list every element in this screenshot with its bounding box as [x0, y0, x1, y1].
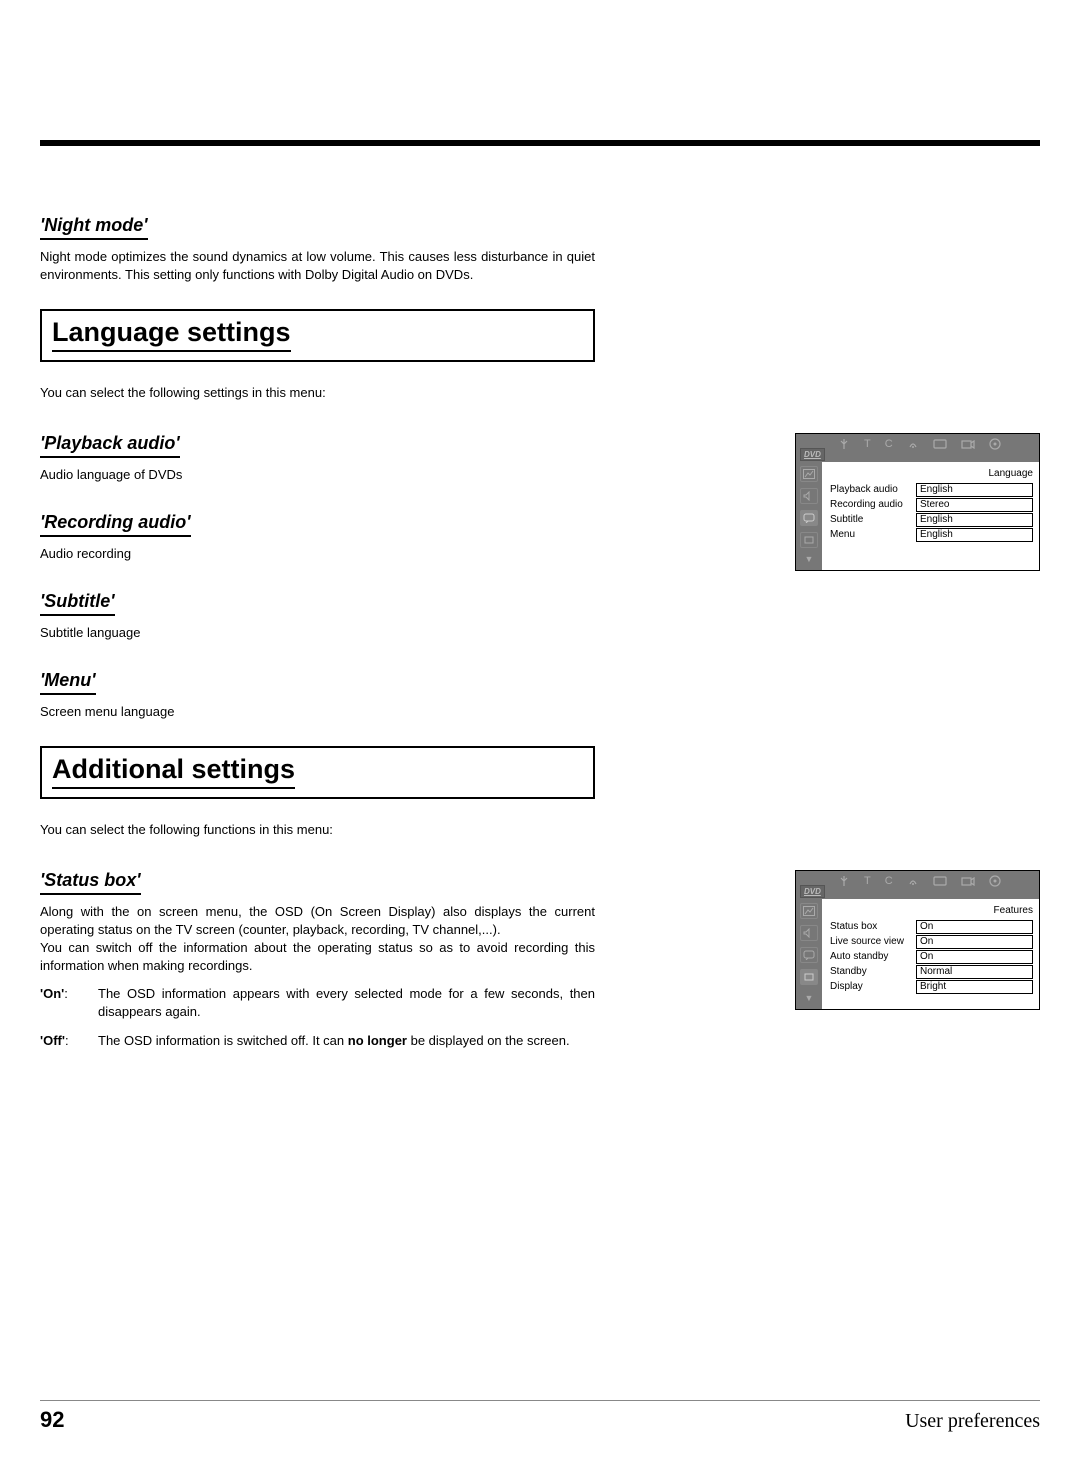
osd-features-screen: DVD T C — [795, 870, 1040, 1010]
osd-row: Auto standby On — [830, 950, 1033, 964]
def-on-colon: : — [64, 986, 68, 1001]
osd-row-label: Menu — [830, 529, 916, 540]
body-status-box-2: You can switch off the information about… — [40, 939, 595, 975]
satellite-icon — [907, 875, 919, 887]
subheading-playback-audio: 'Playback audio' — [40, 433, 180, 458]
osd-top-icons: T C — [838, 438, 1001, 450]
def-on-body: The OSD information appears with every s… — [98, 985, 595, 1021]
osd-main: Language Playback audio English Recordin… — [822, 462, 1039, 570]
language-icon — [800, 947, 818, 963]
osd-row: Playback audio English — [830, 483, 1033, 497]
down-arrow-icon: ▼ — [805, 993, 814, 1003]
def-on-label: 'On' — [40, 986, 64, 1001]
osd-row-value: On — [916, 950, 1033, 964]
camera-icon — [961, 438, 975, 450]
osd-row-value: Stereo — [916, 498, 1033, 512]
body-playback-audio: Audio language of DVDs — [40, 466, 595, 484]
language-icon — [800, 510, 818, 526]
osd-row: Status box On — [830, 920, 1033, 934]
body-status-box-1: Along with the on screen menu, the OSD (… — [40, 903, 595, 939]
heading-additional-settings: Additional settings — [52, 754, 295, 789]
osd-row: Recording audio Stereo — [830, 498, 1033, 512]
intro-additional-settings: You can select the following functions i… — [40, 821, 595, 839]
def-off-bold: no longer — [348, 1033, 407, 1048]
definition-on: 'On': The OSD information appears with e… — [40, 985, 595, 1021]
osd-title: Features — [830, 905, 1033, 916]
osd-row-label: Live source view — [830, 936, 916, 947]
definition-off: 'Off': The OSD information is switched o… — [40, 1032, 595, 1050]
disc-icon — [989, 438, 1001, 450]
intro-language-settings: You can select the following settings in… — [40, 384, 595, 402]
def-off-colon: : — [65, 1033, 69, 1048]
def-off-pre: The OSD information is switched off. It … — [98, 1033, 348, 1048]
osd-row-label: Display — [830, 981, 916, 992]
osd-row: Subtitle English — [830, 513, 1033, 527]
osd-row-value: Bright — [916, 980, 1033, 994]
osd-row: Live source view On — [830, 935, 1033, 949]
page-footer: 92 User preferences — [40, 1400, 1040, 1433]
osd-row-value: On — [916, 935, 1033, 949]
def-off-body: The OSD information is switched off. It … — [98, 1032, 595, 1050]
top-rule — [40, 140, 1040, 146]
features-icon — [800, 969, 818, 985]
subheading-recording-audio: 'Recording audio' — [40, 512, 191, 537]
body-menu: Screen menu language — [40, 703, 595, 721]
osd-top-icons: T C — [838, 875, 1001, 887]
osd-main: Features Status box On Live source view … — [822, 899, 1039, 1009]
c-icon: C — [885, 875, 893, 887]
heading-language-settings: Language settings — [52, 317, 291, 352]
disc-icon — [989, 875, 1001, 887]
t-icon: T — [864, 875, 871, 887]
heading-box-additional-settings: Additional settings — [40, 746, 595, 799]
osd-title: Language — [830, 468, 1033, 479]
antenna-icon — [838, 438, 850, 450]
osd-row-value: English — [916, 528, 1033, 542]
body-night-mode: Night mode optimizes the sound dynamics … — [40, 248, 595, 284]
tv-icon — [933, 438, 947, 450]
osd-top-bar: DVD T C — [796, 434, 1039, 462]
down-arrow-icon: ▼ — [805, 554, 814, 564]
osd-row-value: Normal — [916, 965, 1033, 979]
subheading-menu: 'Menu' — [40, 670, 96, 695]
tv-icon — [933, 875, 947, 887]
def-off-label: 'Off' — [40, 1033, 65, 1048]
osd-row: Menu English — [830, 528, 1033, 542]
subheading-subtitle: 'Subtitle' — [40, 591, 115, 616]
antenna-icon — [838, 875, 850, 887]
osd-row: Display Bright — [830, 980, 1033, 994]
sound-icon — [800, 925, 818, 941]
osd-row: Standby Normal — [830, 965, 1033, 979]
osd-row-label: Recording audio — [830, 499, 916, 510]
camera-icon — [961, 875, 975, 887]
osd-language-screen: DVD T C — [795, 433, 1040, 571]
osd-row-label: Subtitle — [830, 514, 916, 525]
osd-dvd-label: DVD — [800, 448, 825, 461]
heading-box-language-settings: Language settings — [40, 309, 595, 362]
t-icon: T — [864, 438, 871, 450]
features-icon — [800, 532, 818, 548]
footer-title: User preferences — [905, 1410, 1040, 1433]
picture-icon — [800, 466, 818, 482]
osd-row-label: Status box — [830, 921, 916, 932]
subheading-night-mode: 'Night mode' — [40, 215, 148, 240]
osd-dvd-label: DVD — [800, 885, 825, 898]
sound-icon — [800, 488, 818, 504]
c-icon: C — [885, 438, 893, 450]
satellite-icon — [907, 438, 919, 450]
body-recording-audio: Audio recording — [40, 545, 595, 563]
osd-sidebar: ▼ — [796, 462, 822, 570]
osd-row-label: Playback audio — [830, 484, 916, 495]
subheading-status-box: 'Status box' — [40, 870, 141, 895]
osd-row-label: Standby — [830, 966, 916, 977]
osd-row-value: English — [916, 513, 1033, 527]
osd-row-value: English — [916, 483, 1033, 497]
def-off-post: be displayed on the screen. — [407, 1033, 570, 1048]
body-subtitle: Subtitle language — [40, 624, 595, 642]
osd-top-bar: DVD T C — [796, 871, 1039, 899]
page-number: 92 — [40, 1407, 64, 1433]
osd-row-label: Auto standby — [830, 951, 916, 962]
osd-row-value: On — [916, 920, 1033, 934]
osd-sidebar: ▼ — [796, 899, 822, 1009]
picture-icon — [800, 903, 818, 919]
